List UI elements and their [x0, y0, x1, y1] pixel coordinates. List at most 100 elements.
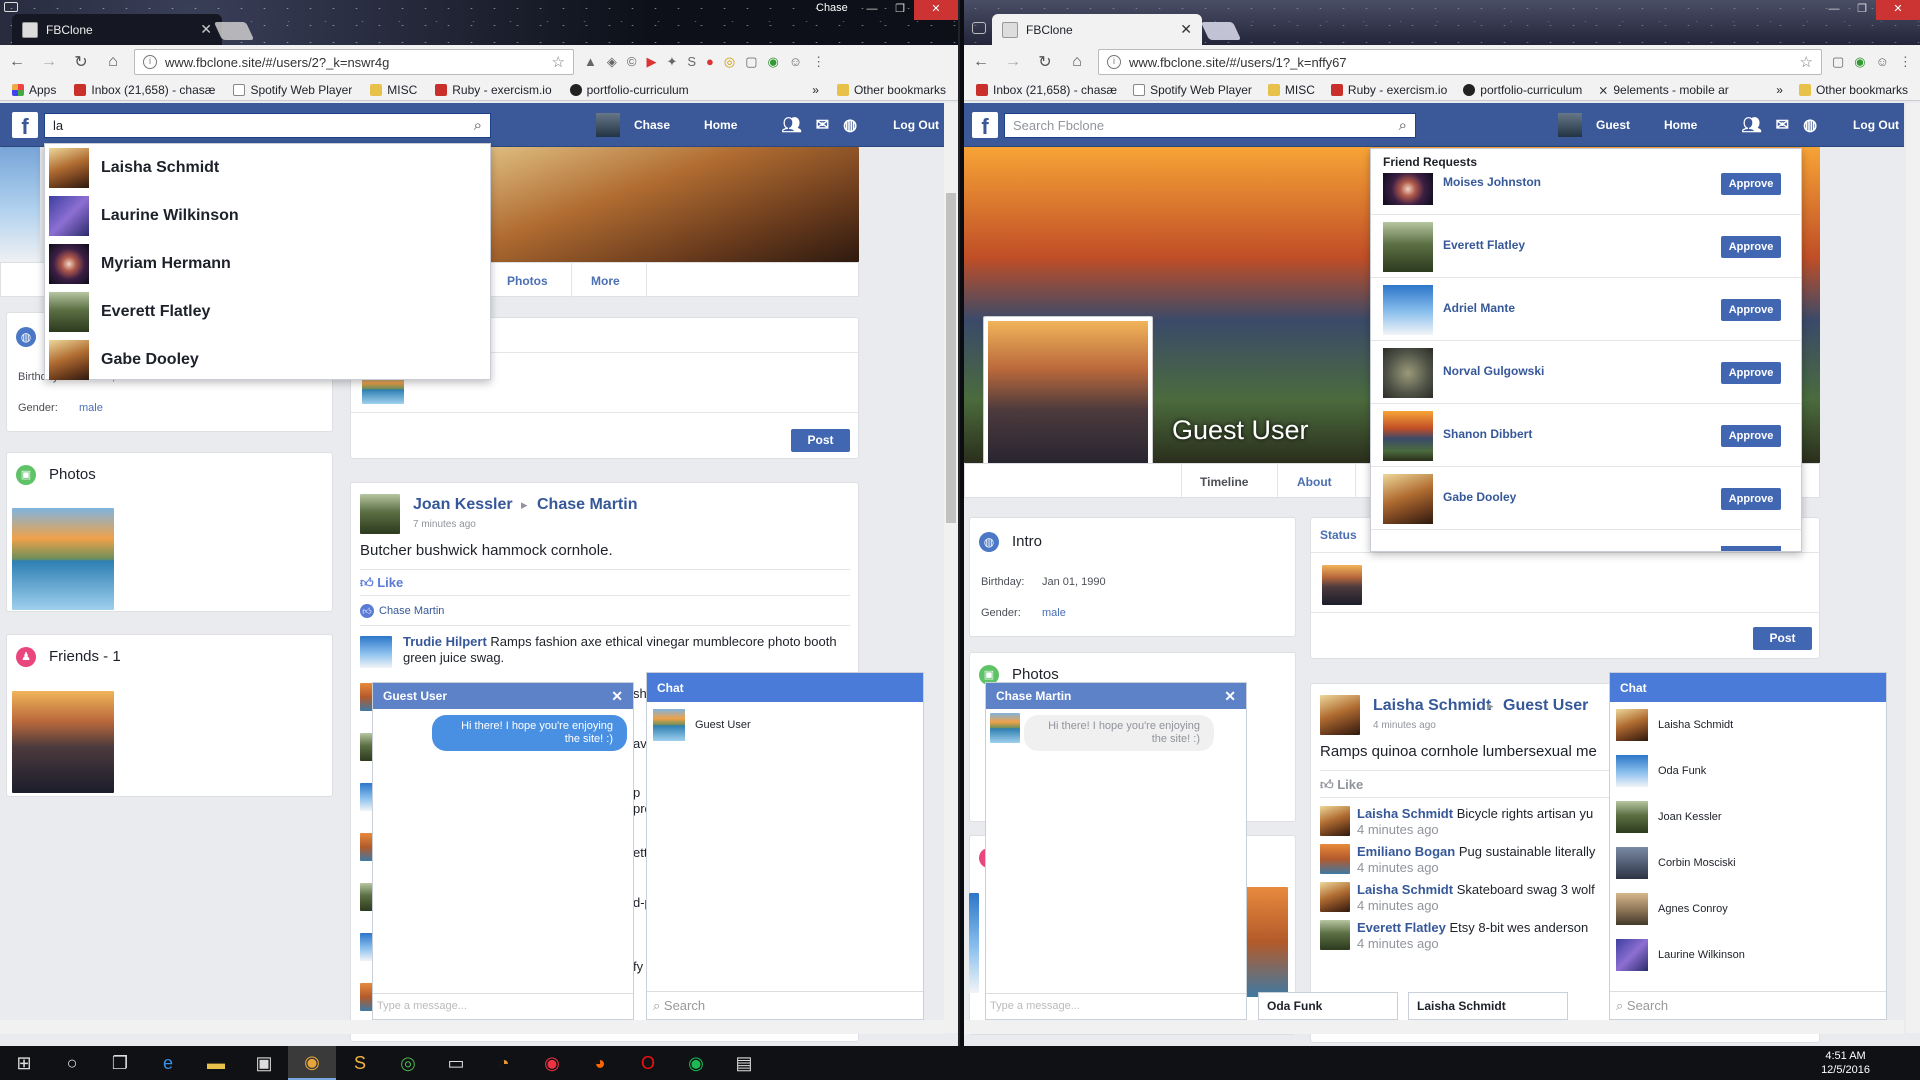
- terminal-icon[interactable]: ▭: [432, 1046, 480, 1080]
- reload-icon[interactable]: ↻: [70, 52, 92, 72]
- vertical-scrollbar[interactable]: [944, 103, 958, 1033]
- home-icon[interactable]: ⌂: [1066, 53, 1088, 71]
- sublime-text-icon[interactable]: S: [336, 1046, 384, 1080]
- task-view-icon[interactable]: ❐: [96, 1046, 144, 1080]
- user-avatar[interactable]: [1558, 113, 1582, 137]
- comment-avatar[interactable]: [1320, 806, 1350, 836]
- post-author-avatar[interactable]: [360, 494, 400, 534]
- extension-opera-icon[interactable]: ●: [706, 54, 714, 70]
- comment-avatar[interactable]: [1320, 882, 1350, 912]
- like-button[interactable]: 👍︎ Like: [360, 575, 403, 591]
- browser-tab[interactable]: FBClone ✕: [992, 14, 1202, 45]
- chat-contact[interactable]: Guest User: [647, 702, 923, 748]
- app-window-icon[interactable]: ▤: [720, 1046, 768, 1080]
- nav-home-link[interactable]: Home: [1664, 118, 1697, 132]
- minimize-icon[interactable]: —: [1820, 0, 1848, 20]
- post-button[interactable]: Post: [1753, 627, 1812, 650]
- post-author[interactable]: Joan Kessler: [413, 496, 513, 514]
- maximize-icon[interactable]: ❐: [886, 0, 914, 20]
- back-icon[interactable]: ←: [970, 53, 992, 71]
- forward-icon[interactable]: →: [38, 53, 60, 71]
- like-button[interactable]: 👍︎ Like: [1320, 777, 1363, 793]
- close-tab-icon[interactable]: ✕: [1180, 21, 1192, 38]
- requester-avatar[interactable]: [1383, 285, 1433, 335]
- requester-avatar[interactable]: [1383, 474, 1433, 524]
- photos-title[interactable]: Photos: [1012, 666, 1059, 683]
- chat-contact[interactable]: Laurine Wilkinson: [1610, 932, 1886, 978]
- bookmark-apps[interactable]: Apps: [12, 83, 56, 97]
- approve-button[interactable]: Approve: [1721, 425, 1781, 447]
- facebook-logo-icon[interactable]: f: [12, 112, 38, 139]
- horizontal-scrollbar[interactable]: [964, 1020, 1904, 1034]
- extension-avatar-icon[interactable]: ☺: [789, 54, 802, 70]
- messages-nav-icon[interactable]: ✉: [816, 115, 829, 135]
- browser-profile-name[interactable]: Chase: [816, 2, 848, 14]
- bookmark-exercism[interactable]: Ruby - exercism.io: [1330, 83, 1447, 97]
- chat-contact[interactable]: Oda Funk: [1610, 748, 1886, 794]
- comment-avatar[interactable]: [1320, 844, 1350, 874]
- bookmark-misc[interactable]: MISC: [1267, 83, 1315, 97]
- requester-name[interactable]: Moises Johnston: [1443, 175, 1541, 189]
- bookmark-exercism[interactable]: Ruby - exercism.io: [435, 83, 552, 97]
- minimized-chat-tab[interactable]: Oda Funk: [1258, 992, 1398, 1020]
- requester-name[interactable]: Everett Flatley: [1443, 238, 1525, 252]
- extension-green-icon[interactable]: ◉: [1854, 54, 1865, 70]
- close-window-icon[interactable]: ✕: [914, 0, 958, 20]
- extension-skype-icon[interactable]: S: [687, 54, 696, 70]
- chat-contact[interactable]: Joan Kessler: [1610, 794, 1886, 840]
- notifications-globe-icon[interactable]: ◍: [843, 115, 857, 135]
- logout-link[interactable]: Log Out: [893, 118, 939, 132]
- facebook-logo-icon[interactable]: f: [972, 112, 998, 139]
- tab-about[interactable]: About: [1297, 475, 1332, 489]
- chat-message-input[interactable]: Type a message...: [373, 993, 633, 1019]
- maximize-icon[interactable]: ❐: [1848, 0, 1876, 20]
- comment-author[interactable]: Everett Flatley: [1357, 920, 1446, 935]
- bookmark-misc[interactable]: MISC: [370, 83, 417, 97]
- chat-contact[interactable]: Laisha Schmidt: [1610, 702, 1886, 748]
- messages-nav-icon[interactable]: ✉: [1776, 115, 1789, 135]
- comment-author[interactable]: Trudie Hilpert: [403, 634, 487, 649]
- comment-author[interactable]: Laisha Schmidt: [1357, 882, 1453, 897]
- search-result[interactable]: Laisha Schmidt: [45, 144, 490, 192]
- requester-name[interactable]: Norval Gulgowski: [1443, 364, 1544, 378]
- firefox-icon[interactable]: ◕: [576, 1046, 624, 1080]
- comment-author[interactable]: Emiliano Bogan: [1357, 844, 1455, 859]
- extension-drive-icon[interactable]: ▲: [584, 54, 597, 70]
- user-avatar[interactable]: [596, 113, 620, 137]
- approve-button-partial[interactable]: [1721, 546, 1781, 551]
- comment-author[interactable]: Laisha Schmidt: [1357, 806, 1453, 821]
- photos-title[interactable]: Photos: [49, 466, 96, 483]
- search-icon[interactable]: ⌕: [1399, 117, 1407, 134]
- post-liker[interactable]: Chase Martin: [379, 605, 444, 617]
- horizontal-scrollbar[interactable]: [0, 1020, 944, 1034]
- chrome-canary-icon[interactable]: ◉: [528, 1046, 576, 1080]
- extension-avatar-icon[interactable]: ☺: [1876, 54, 1889, 70]
- requester-name[interactable]: Gabe Dooley: [1443, 490, 1516, 504]
- tab-photos[interactable]: Photos: [507, 274, 548, 288]
- post-target[interactable]: Chase Martin: [537, 496, 637, 514]
- bookmarks-overflow[interactable]: »: [812, 83, 819, 97]
- bookmark-other[interactable]: Other bookmarks: [836, 83, 946, 97]
- bookmark-spotify[interactable]: Spotify Web Player: [233, 83, 352, 97]
- search-icon[interactable]: ⌕: [474, 117, 482, 134]
- chat-contact[interactable]: Corbin Mosciski: [1610, 840, 1886, 886]
- chrome-menu-icon[interactable]: ⋮: [812, 54, 825, 70]
- friends-title[interactable]: Friends - 1: [49, 648, 121, 665]
- requester-avatar[interactable]: [1383, 173, 1433, 205]
- site-info-icon[interactable]: i: [143, 55, 157, 69]
- cortana-search-icon[interactable]: ○: [48, 1046, 96, 1080]
- bookmark-portfolio[interactable]: portfolio-curriculum: [569, 83, 689, 97]
- friend-thumbnail[interactable]: [969, 893, 979, 993]
- close-chat-icon[interactable]: ✕: [1224, 688, 1236, 705]
- extension-circle-icon[interactable]: ◎: [724, 54, 735, 70]
- close-tab-icon[interactable]: ✕: [200, 21, 212, 38]
- windows-start-icon[interactable]: ⊞: [0, 1046, 48, 1080]
- browser-tab[interactable]: FBClone ✕: [12, 14, 222, 45]
- search-result[interactable]: Laurine Wilkinson: [45, 192, 490, 240]
- friends-nav-icon[interactable]: 👥︎: [1741, 115, 1761, 135]
- tab-more[interactable]: More: [591, 274, 620, 288]
- bookmark-portfolio[interactable]: portfolio-curriculum: [1463, 83, 1582, 97]
- bookmark-9elements[interactable]: ⨯ 9elements - mobile ar: [1598, 83, 1728, 97]
- opera-icon[interactable]: O: [624, 1046, 672, 1080]
- vertical-scrollbar[interactable]: [1906, 103, 1920, 1033]
